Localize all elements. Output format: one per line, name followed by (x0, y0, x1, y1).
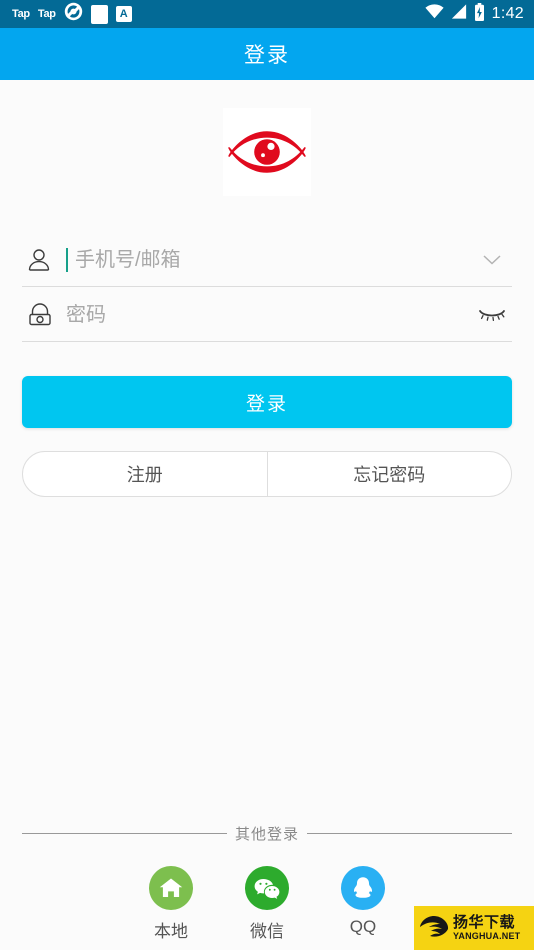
social-label: 微信 (250, 922, 284, 941)
clock-time: 1:42 (491, 5, 524, 22)
person-icon (22, 247, 66, 273)
login-screen: Tap Tap A 1:42 登录 手机号/邮箱 登录 注册 忘记密码 其他登录… (0, 0, 534, 950)
app-tag-1: Tap (12, 8, 30, 20)
page-title: 登录 (244, 44, 290, 67)
chevron-down-icon[interactable] (472, 254, 512, 266)
watermark-text: 扬华下载 YANGHUA.NET (453, 915, 520, 941)
divider-line-left (22, 833, 227, 834)
status-bar-left: Tap Tap A (12, 2, 425, 26)
password-input[interactable] (66, 303, 472, 327)
wifi-icon (425, 4, 444, 24)
app-tag-2: Tap (37, 8, 56, 20)
password-field-row[interactable] (22, 289, 512, 342)
eye-closed-icon[interactable] (472, 307, 512, 323)
logo-container (0, 108, 534, 196)
white-square-icon (90, 4, 108, 24)
text-caret (66, 248, 68, 272)
secondary-actions: 注册 忘记密码 (22, 451, 512, 497)
login-button[interactable]: 登录 (22, 376, 512, 428)
watermark-en: YANGHUA.NET (453, 931, 521, 941)
forgot-password-button[interactable]: 忘记密码 (266, 452, 512, 496)
social-login-wechat[interactable]: 微信 (245, 866, 289, 942)
watermark-cn: 扬华下载 (453, 914, 516, 931)
social-label: 本地 (154, 922, 188, 941)
lock-icon (22, 302, 66, 328)
other-login-divider: 其他登录 (0, 823, 534, 844)
app-bar: 登录 (0, 28, 534, 80)
divider-line-right (307, 833, 513, 834)
other-login-label: 其他登录 (235, 826, 300, 843)
cellular-signal-icon (451, 4, 467, 24)
status-bar-right: 1:42 (425, 2, 524, 26)
qq-penguin-icon (341, 866, 385, 910)
status-bar: Tap Tap A 1:42 (0, 0, 534, 28)
home-icon (149, 866, 193, 910)
battery-charging-icon (474, 2, 485, 26)
watermark: 扬华下载 YANGHUA.NET (414, 906, 534, 950)
username-field-row[interactable] (22, 234, 512, 287)
register-button[interactable]: 注册 (23, 452, 267, 496)
a-badge-icon: A (115, 6, 132, 22)
tap-logo-icon (64, 2, 83, 26)
social-login-qq[interactable]: QQ (341, 866, 385, 942)
other-login-section: 其他登录 本地 微信 QQ 扬华下载 YANGHUA.NET (0, 823, 534, 950)
login-form (0, 234, 534, 342)
social-login-local[interactable]: 本地 (149, 866, 193, 942)
wechat-icon (245, 866, 289, 910)
watermark-globe-icon (419, 914, 449, 942)
social-label: QQ (349, 917, 377, 936)
red-eye-logo (223, 108, 311, 196)
username-input[interactable] (75, 248, 472, 272)
